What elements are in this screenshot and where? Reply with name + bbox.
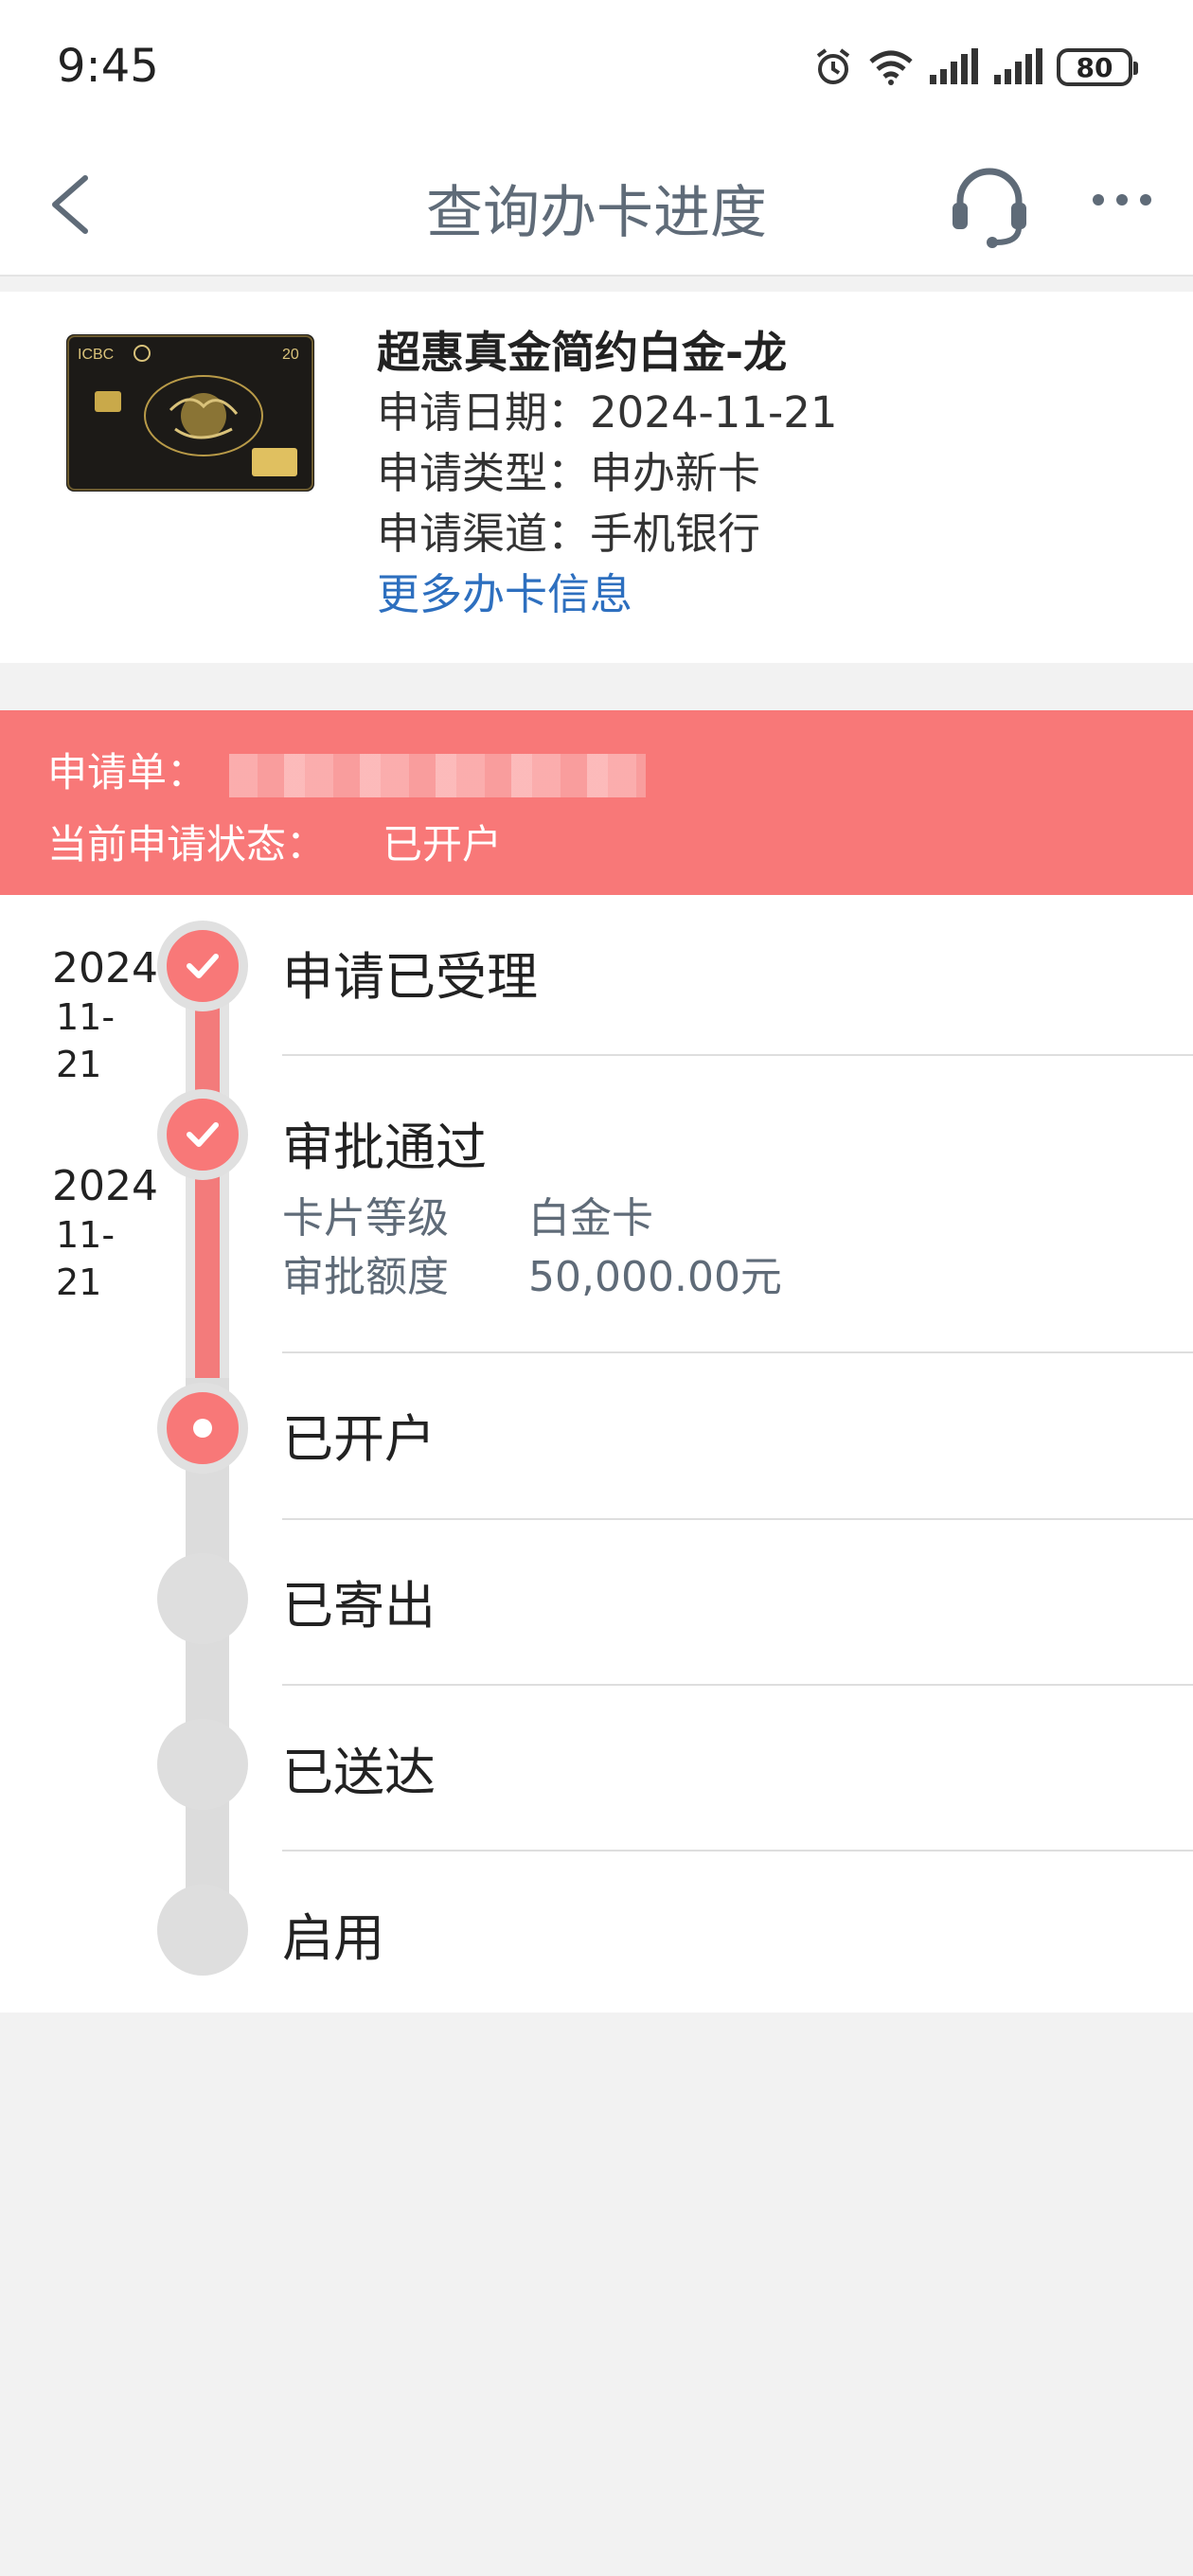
- nav-bar: 查询办卡进度: [0, 133, 1193, 277]
- step-node-done: [157, 921, 248, 1011]
- step-node-current: [157, 1383, 248, 1474]
- status-banner: 申请单： 当前申请状态： 已开户: [0, 710, 1193, 895]
- step-label-delivered: 已送达: [282, 1743, 436, 1802]
- step-label-approved: 审批通过: [282, 1118, 487, 1177]
- step-label-accepted: 申请已受理: [282, 947, 538, 1007]
- detail-value: 50,000.00元: [528, 1253, 782, 1301]
- card-name: 超惠真金简约白金-龙: [377, 327, 788, 378]
- step-node-pending: [157, 1719, 248, 1810]
- credit-card-image: ICBC 20: [66, 334, 314, 492]
- status-bar: 9:45 80: [0, 0, 1193, 133]
- signal-icon: [994, 48, 1042, 84]
- more-card-info-link[interactable]: 更多办卡信息: [377, 564, 838, 625]
- apply-channel: 申请渠道：手机银行: [377, 509, 761, 559]
- detail-value: 白金卡: [528, 1194, 653, 1243]
- step-date: 2024 11- 21: [52, 944, 158, 1088]
- status-time: 9:45: [57, 40, 159, 93]
- step-date-month: 11-: [56, 1214, 116, 1256]
- step-date-day: 21: [56, 1044, 102, 1085]
- step-date-month: 11-: [56, 996, 116, 1038]
- order-number-redacted: [229, 753, 647, 797]
- card-info-section: ICBC 20 超惠真金简约白金-龙 申请日期：2024-11-21 申请类型：…: [0, 292, 1193, 663]
- progress-timeline: 2024 11- 21 申请已受理 2024 11- 21 审批通过 卡片等级 白…: [0, 895, 1193, 2012]
- step-label-activated: 启用: [282, 1908, 384, 1968]
- status-icons: 80: [812, 44, 1138, 91]
- step-date-day: 21: [56, 1261, 102, 1303]
- detail-key: 审批额度: [282, 1253, 449, 1301]
- more-icon[interactable]: [1089, 186, 1155, 214]
- check-icon: [187, 954, 219, 978]
- signal-icon: [930, 48, 978, 84]
- divider: [282, 1518, 1193, 1520]
- detail-credit-limit: 审批额度 50,000.00元: [282, 1243, 782, 1303]
- detail-card-level: 卡片等级 白金卡: [282, 1184, 653, 1244]
- headset-icon[interactable]: [947, 159, 1032, 250]
- step-date-year: 2024: [52, 944, 158, 993]
- status-label: 当前申请状态：: [47, 821, 327, 868]
- card-details: 超惠真金简约白金-龙 申请日期：2024-11-21 申请类型：申办新卡 申请渠…: [377, 322, 838, 625]
- check-icon: [187, 1122, 219, 1147]
- status-row: 当前申请状态： 已开户: [47, 813, 502, 870]
- order-row: 申请单：: [47, 741, 647, 798]
- step-date-year: 2024: [52, 1162, 158, 1210]
- step-node-done: [157, 1089, 248, 1180]
- step-node-pending: [157, 1553, 248, 1644]
- card-brand-text: ICBC: [78, 347, 114, 363]
- step-label-opened: 已开户: [282, 1409, 436, 1469]
- battery-icon: 80: [1057, 48, 1138, 86]
- divider: [282, 1054, 1193, 1056]
- divider: [282, 1684, 1193, 1686]
- svg-text:20: 20: [282, 347, 299, 363]
- step-node-pending: [157, 1885, 248, 1976]
- apply-date: 申请日期：2024-11-21: [377, 387, 838, 438]
- divider: [282, 1850, 1193, 1852]
- status-value: 已开户: [383, 821, 503, 868]
- order-label: 申请单：: [47, 749, 207, 796]
- step-label-shipped: 已寄出: [282, 1576, 436, 1636]
- divider: [282, 1351, 1193, 1353]
- wifi-icon: [869, 50, 913, 85]
- apply-type: 申请类型：申办新卡: [377, 448, 761, 498]
- detail-key: 卡片等级: [282, 1194, 449, 1243]
- alarm-icon: [816, 48, 850, 84]
- step-date: 2024 11- 21: [52, 1162, 158, 1306]
